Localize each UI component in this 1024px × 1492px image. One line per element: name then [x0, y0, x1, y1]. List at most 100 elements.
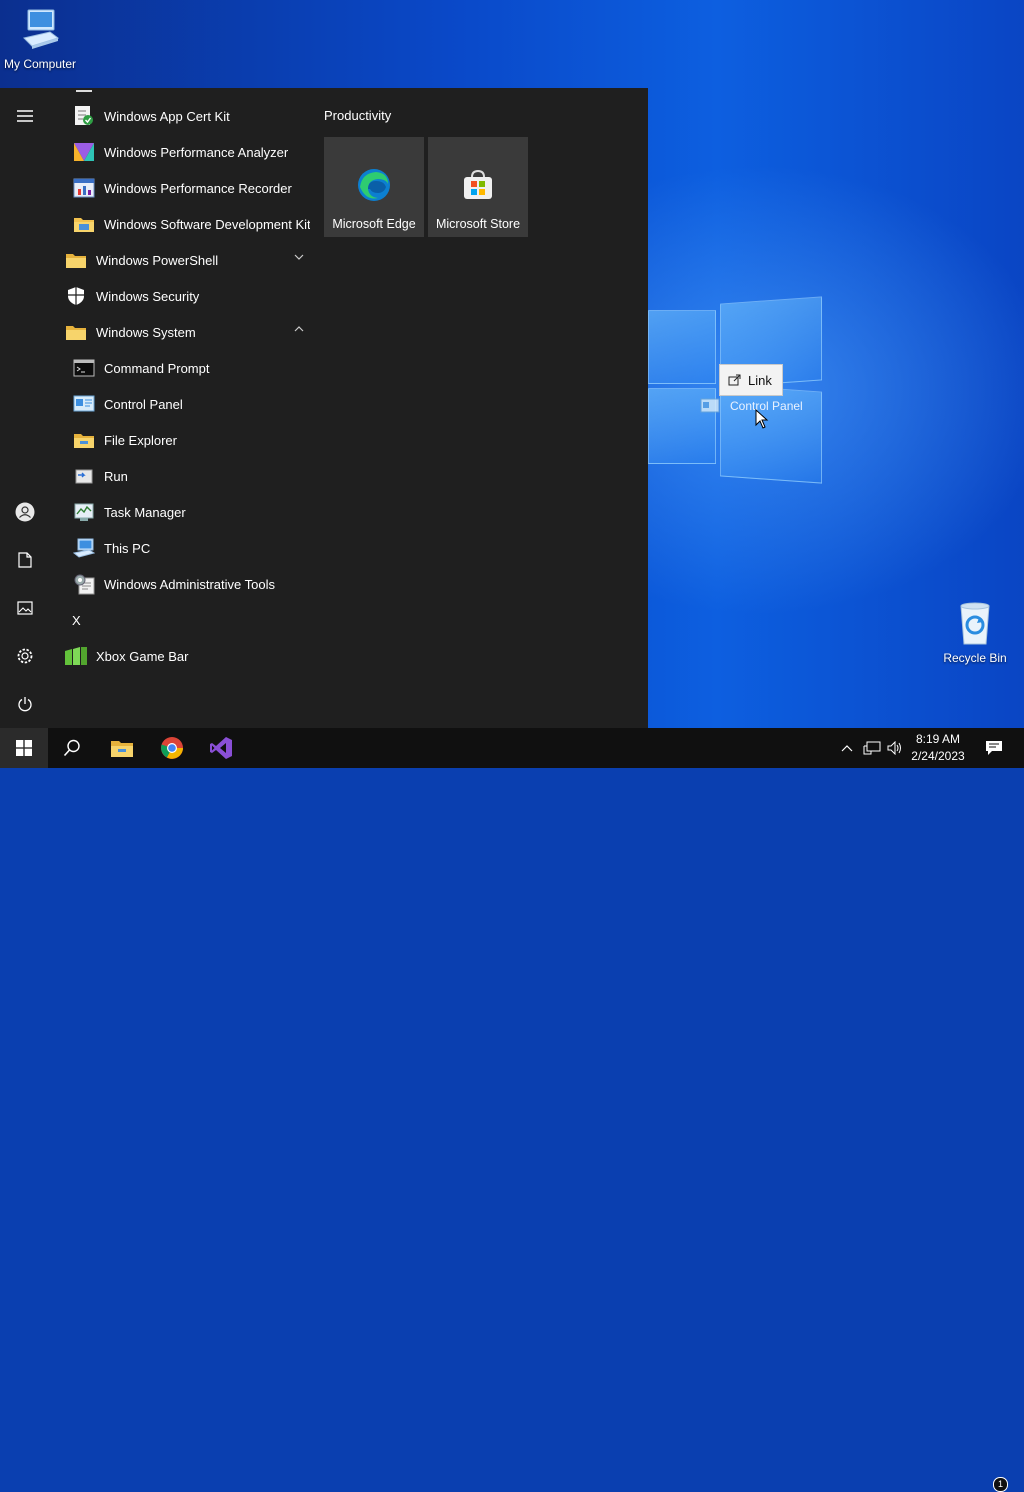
- taskbar-visual-studio[interactable]: [197, 728, 245, 768]
- app-item-label: This PC: [104, 540, 151, 556]
- hamburger-menu-icon: [17, 110, 33, 122]
- notification-count-badge: 1: [993, 1477, 1008, 1492]
- cert-kit-icon: [72, 104, 96, 128]
- admin-tools-icon: [72, 572, 96, 596]
- windows-start-icon: [16, 740, 32, 756]
- app-item-command-prompt[interactable]: Command Prompt: [58, 350, 310, 386]
- user-account-button[interactable]: [10, 497, 40, 527]
- tile-label: Microsoft Store: [435, 217, 521, 231]
- tile-group-title[interactable]: Productivity: [324, 108, 391, 123]
- app-item-this-pc[interactable]: This PC: [58, 530, 310, 566]
- app-item-file-explorer[interactable]: File Explorer: [58, 422, 310, 458]
- taskbar-file-explorer[interactable]: [98, 728, 146, 768]
- app-item-windows-app-cert-kit[interactable]: Windows App Cert Kit: [58, 98, 310, 134]
- taskbar-clock[interactable]: 8:19 AM 2/24/2023: [906, 731, 970, 765]
- power-icon: [18, 697, 32, 712]
- letter-group-header[interactable]: X: [72, 613, 81, 628]
- documents-icon: [18, 552, 32, 568]
- wallpaper-logo-pane: [648, 310, 716, 384]
- app-item-label: Windows Software Development Kit: [104, 216, 310, 232]
- app-item-label: Xbox Game Bar: [96, 648, 189, 664]
- documents-button[interactable]: [10, 545, 40, 575]
- action-center-button[interactable]: [976, 728, 1012, 768]
- app-item-windows-administrative-tools[interactable]: Windows Administrative Tools: [58, 566, 310, 602]
- edge-icon: [358, 169, 390, 201]
- desktop-icon-label: My Computer: [3, 57, 77, 71]
- app-item-label: Windows Performance Recorder: [104, 180, 292, 196]
- tile-label: Microsoft Edge: [332, 217, 416, 231]
- app-item-windows-performance-analyzer[interactable]: Windows Performance Analyzer: [58, 134, 310, 170]
- notification-icon: [986, 741, 1002, 755]
- app-item-label: Windows System: [96, 324, 196, 340]
- start-app-list[interactable]: Windows App Cert Kit Windows Performance…: [58, 88, 310, 728]
- user-icon: [15, 502, 35, 522]
- taskbar-chrome[interactable]: [148, 728, 196, 768]
- xbox-game-bar-icon: [64, 644, 88, 668]
- network-icon: [863, 741, 881, 755]
- tile-microsoft-store[interactable]: Microsoft Store: [428, 137, 528, 237]
- app-item-label: Windows Security: [96, 288, 200, 304]
- app-item-label: Control Panel: [104, 396, 183, 412]
- performance-recorder-icon: [72, 176, 96, 200]
- app-item-run[interactable]: Run: [58, 458, 310, 494]
- pictures-icon: [17, 601, 33, 615]
- shield-icon: [64, 284, 88, 308]
- app-item-control-panel[interactable]: Control Panel: [58, 386, 310, 422]
- desktop-icon-recycle-bin[interactable]: Recycle Bin: [942, 600, 1008, 665]
- expand-menu-button[interactable]: [10, 101, 40, 131]
- volume-button[interactable]: [884, 728, 906, 768]
- chevron-up-icon: [841, 745, 853, 752]
- app-item-label: Run: [104, 468, 128, 484]
- app-item-label: Windows PowerShell: [96, 252, 219, 268]
- show-hidden-icons-button[interactable]: [836, 728, 858, 768]
- chrome-icon: [161, 737, 183, 759]
- folder-icon: [72, 212, 96, 236]
- shortcut-arrow-icon: [728, 374, 741, 386]
- power-button[interactable]: [10, 689, 40, 719]
- pictures-button[interactable]: [10, 593, 40, 623]
- app-item-label: File Explorer: [104, 432, 177, 448]
- settings-button[interactable]: [10, 641, 40, 671]
- app-item-label: Windows App Cert Kit: [104, 108, 230, 124]
- recycle-bin-icon: [960, 602, 990, 645]
- network-button[interactable]: [860, 728, 884, 768]
- chevron-up-icon: [294, 326, 304, 332]
- start-menu-rail: [0, 88, 50, 728]
- app-folder-windows-powershell[interactable]: Windows PowerShell: [58, 242, 310, 278]
- this-pc-icon: [72, 536, 96, 560]
- control-panel-icon: [72, 392, 96, 416]
- visual-studio-icon: [210, 737, 232, 759]
- folder-icon: [64, 248, 88, 272]
- desktop-icon-label: Recycle Bin: [943, 651, 1007, 665]
- app-item-label: Windows Performance Analyzer: [104, 144, 289, 160]
- app-item-xbox-game-bar[interactable]: Xbox Game Bar: [58, 638, 310, 674]
- app-item-task-manager[interactable]: Task Manager: [58, 494, 310, 530]
- start-button[interactable]: [0, 728, 48, 768]
- app-item-label: Task Manager: [104, 504, 186, 520]
- file-explorer-icon: [111, 741, 133, 757]
- dragged-item: Control Panel: [700, 398, 803, 414]
- clock-time: 8:19 AM: [915, 732, 961, 746]
- app-item-windows-security[interactable]: Windows Security: [58, 278, 310, 314]
- chevron-down-icon: [294, 254, 304, 260]
- app-item-label: Command Prompt: [104, 360, 210, 376]
- performance-analyzer-icon: [72, 140, 96, 164]
- app-item-windows-software-development-kit[interactable]: Windows Software Development Kit: [58, 206, 310, 242]
- my-computer-icon: [23, 9, 60, 49]
- app-folder-windows-system[interactable]: Windows System: [58, 314, 310, 350]
- tile-microsoft-edge[interactable]: Microsoft Edge: [324, 137, 424, 237]
- folder-icon: [64, 320, 88, 344]
- desktop-icon-my-computer[interactable]: My Computer: [2, 8, 78, 71]
- search-icon: [63, 739, 80, 757]
- file-explorer-icon: [72, 428, 96, 452]
- command-prompt-icon: [72, 356, 96, 380]
- search-button[interactable]: [48, 728, 96, 768]
- mouse-cursor-icon: [755, 409, 769, 429]
- app-item-windows-performance-recorder[interactable]: Windows Performance Recorder: [58, 170, 310, 206]
- settings-icon: [17, 648, 33, 664]
- start-menu: Windows App Cert Kit Windows Performance…: [0, 88, 648, 728]
- volume-icon: [887, 741, 901, 755]
- control-panel-icon: [700, 398, 720, 413]
- store-icon: [464, 169, 492, 199]
- clock-date: 2/24/2023: [911, 749, 965, 763]
